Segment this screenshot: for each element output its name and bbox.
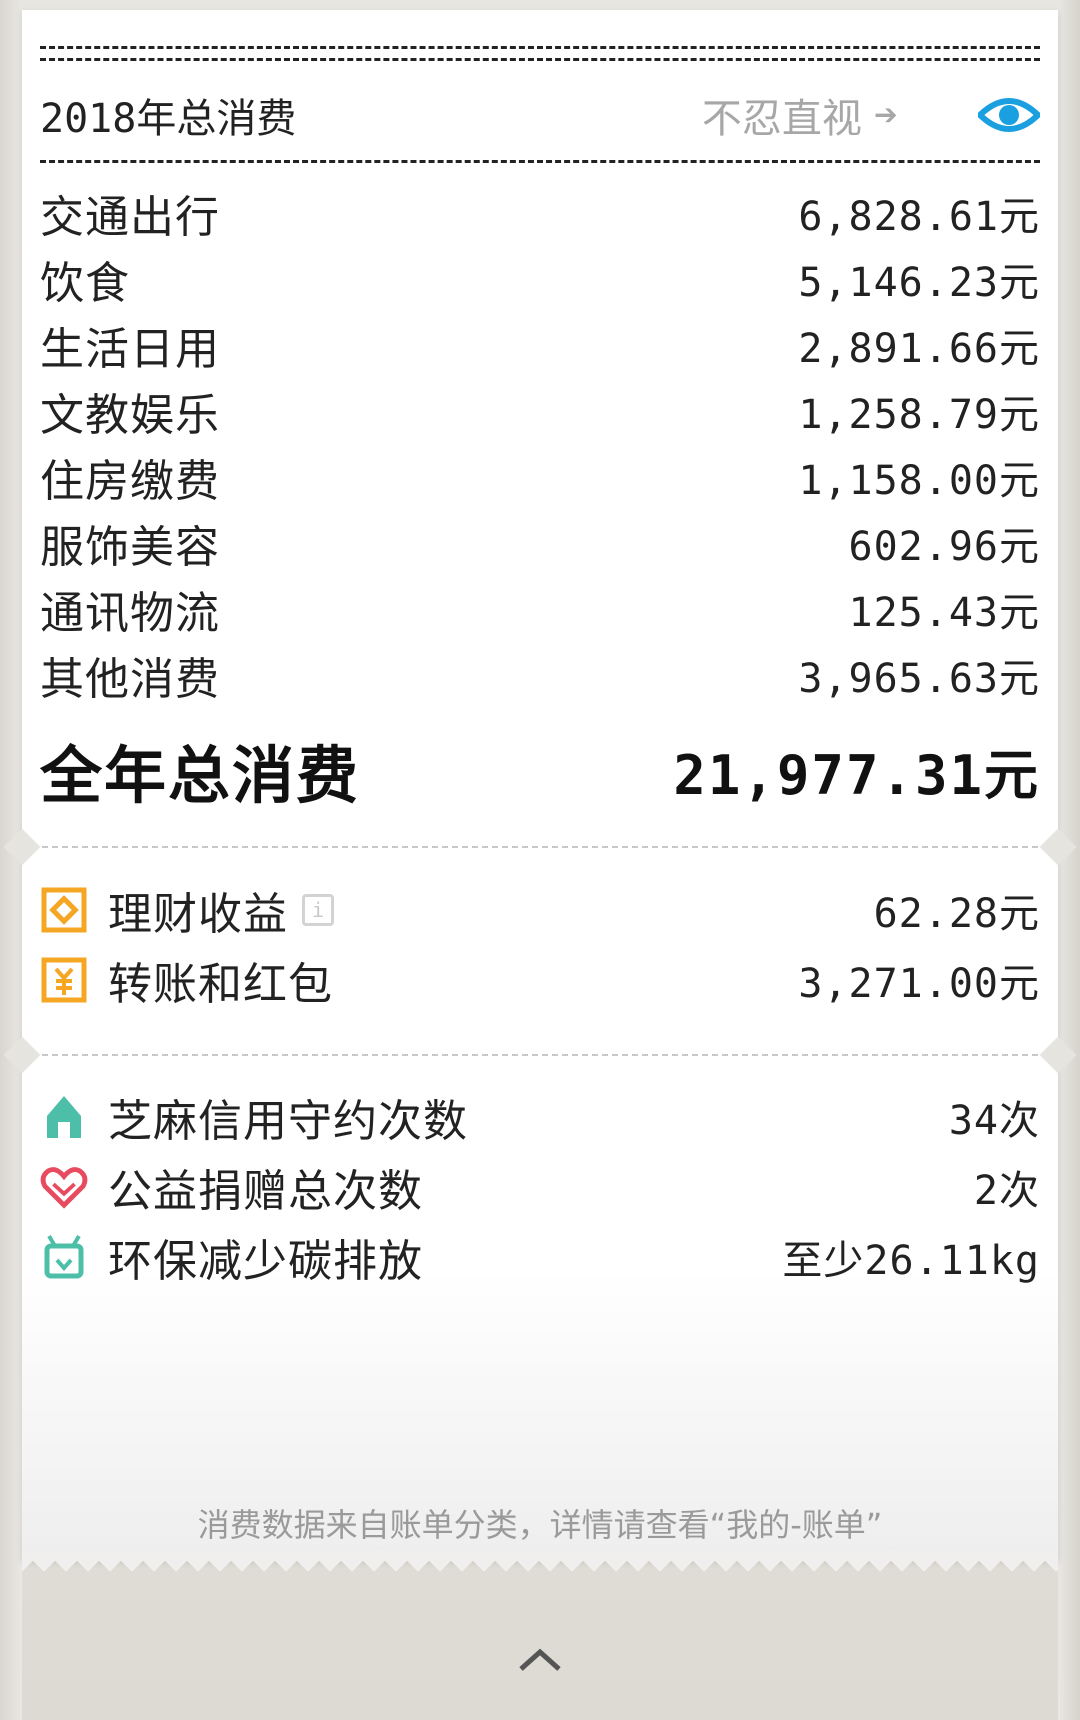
eco-icon bbox=[40, 1233, 88, 1281]
eye-icon[interactable] bbox=[978, 93, 1040, 137]
category-row: 生活日用 2,891.66元 bbox=[40, 315, 1040, 375]
receipt-torn-edge bbox=[22, 1550, 1058, 1572]
dashed-divider-header bbox=[40, 160, 1040, 163]
finance-amount: 3,271.00元 bbox=[798, 961, 1040, 1007]
category-amount: 3,965.63元 bbox=[798, 656, 1040, 702]
credit-row[interactable]: 芝麻信用守约次数 34次 bbox=[40, 1087, 1040, 1147]
finance-label: 转账和红包 bbox=[108, 959, 333, 1010]
category-row: 饮食 5,146.23元 bbox=[40, 249, 1040, 309]
category-label: 通讯物流 bbox=[40, 588, 220, 639]
sesame-icon bbox=[40, 1093, 88, 1141]
credit-label: 环保减少碳排放 bbox=[108, 1236, 423, 1287]
category-label: 交通出行 bbox=[40, 192, 220, 243]
category-amount: 1,158.00元 bbox=[798, 458, 1040, 504]
credit-label: 芝麻信用守约次数 bbox=[108, 1096, 468, 1147]
credit-amount: 2次 bbox=[973, 1168, 1040, 1214]
category-row: 文教娱乐 1,258.79元 bbox=[40, 381, 1040, 441]
data-source-note: 消费数据来自账单分类，详情请查看“我的-账单” bbox=[197, 1506, 883, 1544]
info-icon[interactable]: i bbox=[302, 894, 334, 926]
category-row: 服饰美容 602.96元 bbox=[40, 513, 1040, 573]
credit-label: 公益捐赠总次数 bbox=[108, 1166, 423, 1217]
total-amount: 21,977.31元 bbox=[673, 743, 1040, 807]
transfer-icon bbox=[40, 956, 88, 1004]
section-divider bbox=[22, 1054, 1058, 1056]
annual-total: 全年总消费 21,977.31元 bbox=[40, 730, 1040, 812]
category-row: 其他消费 3,965.63元 bbox=[40, 645, 1040, 705]
chevron-up-icon[interactable] bbox=[512, 1640, 568, 1680]
total-label: 全年总消费 bbox=[40, 739, 361, 812]
category-label: 饮食 bbox=[40, 258, 130, 309]
peek-label: 不忍直视 bbox=[701, 96, 862, 142]
heart-icon bbox=[40, 1163, 88, 1211]
peek-link[interactable]: 不忍直视 ➔ bbox=[702, 86, 898, 144]
credit-amount: 34次 bbox=[948, 1098, 1040, 1144]
finance-label: 理财收益 bbox=[108, 889, 288, 940]
page-title: 2018年总消费 bbox=[40, 96, 297, 142]
section-divider bbox=[22, 846, 1058, 848]
finance-row[interactable]: 转账和红包 3,271.00元 bbox=[40, 950, 1040, 1010]
credit-row[interactable]: 公益捐赠总次数 2次 bbox=[40, 1157, 1040, 1217]
dashed-divider-top-1 bbox=[40, 46, 1040, 49]
category-label: 服饰美容 bbox=[40, 522, 220, 573]
finance-amount: 62.28元 bbox=[873, 891, 1040, 937]
category-amount: 5,146.23元 bbox=[798, 260, 1040, 306]
summary-header: 2018年总消费 不忍直视 ➔ bbox=[40, 75, 1040, 155]
category-row: 交通出行 6,828.61元 bbox=[40, 183, 1040, 243]
category-amount: 2,891.66元 bbox=[798, 326, 1040, 372]
category-amount: 125.43元 bbox=[848, 590, 1040, 636]
wealth-icon bbox=[40, 886, 88, 934]
finance-row[interactable]: 理财收益 i 62.28元 bbox=[40, 880, 1040, 940]
category-amount: 1,258.79元 bbox=[798, 392, 1040, 438]
category-row: 通讯物流 125.43元 bbox=[40, 579, 1040, 639]
dashed-divider-top-2 bbox=[40, 58, 1040, 61]
arrow-right-icon: ➔ bbox=[873, 92, 898, 138]
category-row: 住房缴费 1,158.00元 bbox=[40, 447, 1040, 507]
category-label: 文教娱乐 bbox=[40, 390, 220, 441]
category-amount: 6,828.61元 bbox=[798, 194, 1040, 240]
category-label: 其他消费 bbox=[40, 654, 220, 705]
credit-row[interactable]: 环保减少碳排放 至少26.11kg bbox=[40, 1227, 1040, 1287]
category-label: 住房缴费 bbox=[40, 456, 220, 507]
credit-amount: 至少26.11kg bbox=[782, 1238, 1040, 1284]
category-label: 生活日用 bbox=[40, 324, 220, 375]
category-amount: 602.96元 bbox=[848, 524, 1040, 570]
